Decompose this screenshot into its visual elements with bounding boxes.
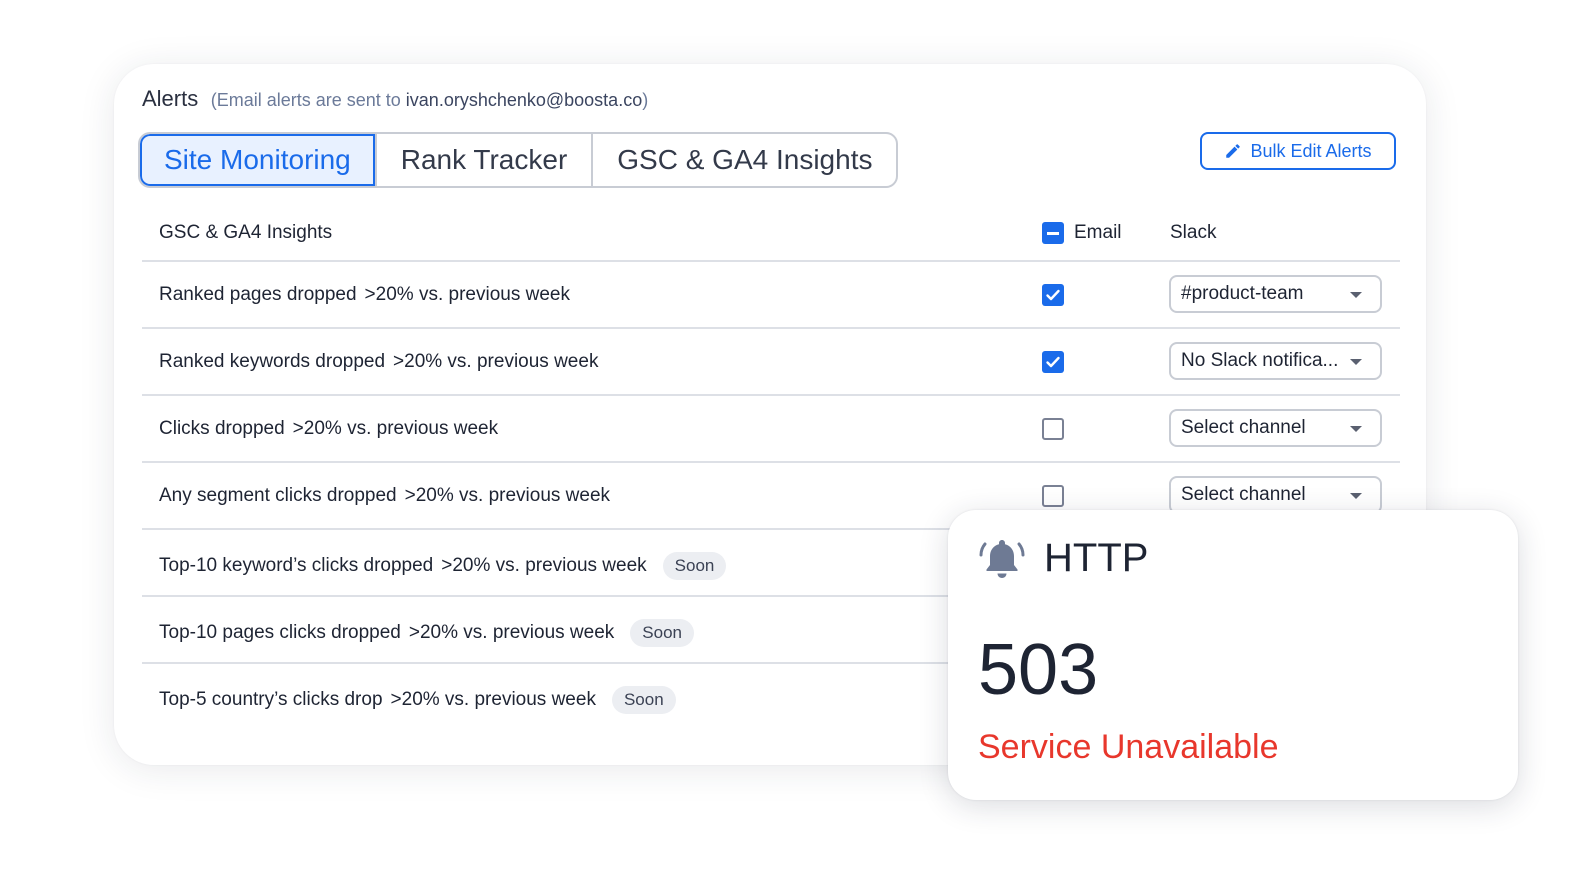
alerts-email: ivan.oryshchenko@boosta.co (405, 90, 643, 110)
email-checkbox[interactable] (1042, 351, 1064, 373)
alert-threshold: >20% vs. previous week (404, 485, 611, 506)
email-checkbox[interactable] (1042, 418, 1064, 440)
status-text: Service Unavailable (978, 728, 1279, 766)
tab-site-monitoring[interactable]: Site Monitoring (140, 134, 377, 186)
bulk-edit-alerts-button[interactable]: Bulk Edit Alerts (1200, 132, 1396, 170)
slack-channel-value: Select channel (1181, 417, 1306, 438)
email-column-header: Email (1042, 222, 1122, 244)
tab-gsc-ga4-insights[interactable]: GSC & GA4 Insights (593, 134, 896, 186)
pencil-icon (1226, 144, 1241, 158)
alert-threshold: >20% vs. previous week (393, 351, 599, 372)
alert-threshold: >20% vs. previous week (364, 284, 570, 305)
alert-label: Top-10 pages clicks dropped >20% vs. prev… (159, 619, 694, 647)
alert-label: Ranked pages dropped >20% vs. previous we… (159, 284, 570, 306)
status-code: 503 (978, 630, 1099, 710)
http-status-popup: HTTP 503 Service Unavailable (948, 510, 1518, 800)
soon-badge: Soon (611, 686, 676, 714)
table-header: GSC & GA4 Insights Email Slack (142, 200, 1400, 262)
email-header-label: Email (1074, 222, 1122, 243)
caret-down-icon (1350, 426, 1362, 432)
alert-name: Clicks dropped (159, 418, 285, 439)
email-checkbox[interactable] (1042, 284, 1064, 306)
alert-name: Top-10 keyword’s clicks dropped (159, 555, 434, 576)
alert-threshold: >20% vs. previous week (292, 418, 499, 439)
soon-badge: Soon (662, 552, 727, 580)
table-row: Ranked keywords dropped >20% vs. previous… (142, 329, 1400, 396)
bell-icon (979, 540, 1025, 578)
checkmark-icon (1046, 289, 1060, 301)
caret-down-icon (1350, 292, 1362, 298)
alert-label: Clicks dropped >20% vs. previous week (159, 418, 498, 440)
alerts-title: Alerts (142, 86, 199, 111)
alert-label: Top-10 keyword’s clicks dropped >20% vs. … (159, 552, 727, 580)
note-prefix: (Email alerts are sent to (210, 90, 401, 110)
email-checkbox[interactable] (1042, 485, 1064, 507)
alert-name: Top-10 pages clicks dropped (159, 622, 401, 643)
alert-label: Top-5 country’s clicks drop >20% vs. prev… (159, 686, 676, 714)
alert-threshold: >20% vs. previous week (441, 555, 647, 576)
slack-channel-select[interactable]: #product-team (1169, 275, 1382, 313)
slack-channel-select[interactable]: Select channel (1169, 476, 1382, 514)
alert-threshold: >20% vs. previous week (408, 622, 615, 643)
alerts-tabs: Site Monitoring Rank Tracker GSC & GA4 I… (138, 132, 899, 188)
protocol-label: HTTP (1044, 536, 1149, 580)
slack-column-header: Slack (1170, 222, 1217, 243)
slack-channel-value: No Slack notifica... (1181, 350, 1339, 371)
alerts-header: Alerts (Email alerts are sent to ivan.or… (142, 86, 648, 112)
slack-channel-select[interactable]: Select channel (1169, 409, 1382, 447)
checkmark-icon (1046, 356, 1060, 368)
alert-label: Ranked keywords dropped >20% vs. previous… (159, 351, 598, 373)
slack-channel-value: #product-team (1181, 283, 1304, 304)
alerts-email-note: (Email alerts are sent to ivan.oryshchen… (211, 90, 649, 110)
alert-name: Ranked keywords dropped (159, 351, 386, 372)
tab-rank-tracker[interactable]: Rank Tracker (377, 134, 594, 186)
bulk-edit-label: Bulk Edit Alerts (1250, 140, 1372, 161)
slack-channel-value: Select channel (1181, 484, 1306, 505)
note-suffix: ) (642, 90, 649, 110)
table-row: Ranked pages dropped >20% vs. previous we… (142, 262, 1400, 329)
table-row: Clicks dropped >20% vs. previous week Sel… (142, 396, 1400, 463)
soon-badge: Soon (630, 619, 694, 647)
email-select-all-checkbox[interactable] (1042, 222, 1064, 244)
caret-down-icon (1350, 493, 1362, 499)
alert-threshold: >20% vs. previous week (390, 689, 596, 710)
alert-name: Top-5 country’s clicks drop (159, 689, 383, 710)
section-title: GSC & GA4 Insights (159, 222, 333, 243)
alert-name: Any segment clicks dropped (159, 485, 397, 506)
alert-name: Ranked pages dropped (159, 284, 357, 305)
slack-channel-select[interactable]: No Slack notifica... (1169, 342, 1382, 380)
caret-down-icon (1350, 359, 1362, 365)
alert-label: Any segment clicks dropped >20% vs. previ… (159, 485, 610, 507)
